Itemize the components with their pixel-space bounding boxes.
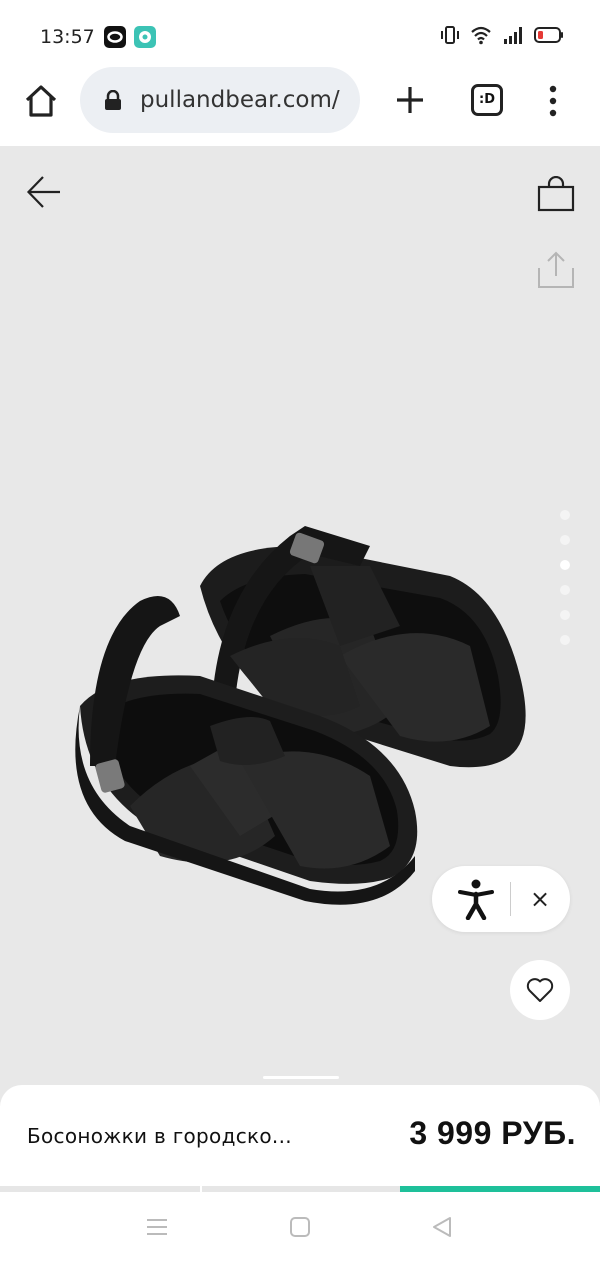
back-button[interactable] [26,174,62,210]
share-button[interactable] [537,250,575,290]
pagination-dot[interactable] [560,610,570,620]
bag-icon [537,175,575,212]
sheet-drag-handle[interactable] [263,1076,339,1079]
tabs-switcher-button[interactable]: :D [471,84,503,116]
new-tab-button[interactable] [392,82,428,118]
lock-icon [105,90,121,110]
browser-toolbar: pullandbear.com/ :D [0,66,600,146]
vibrate-icon [441,26,459,44]
battery-icon [534,27,563,43]
more-vert-icon [549,85,557,117]
status-indicators [440,24,564,46]
wifi-icon [471,26,491,45]
product-image-gallery[interactable]: × [0,146,600,1106]
accessibility-icon [458,879,494,921]
shopping-bag-button[interactable] [537,175,575,212]
status-time: 13:57 [40,26,95,48]
system-navigation-bar [0,1192,600,1265]
product-info-sheet[interactable]: Босоножки в городско... 3 999 РУБ. [0,1085,600,1191]
home-icon [25,85,57,117]
back-arrow-icon [26,176,60,208]
close-icon[interactable]: × [524,883,556,915]
divider [510,882,511,916]
url-text: pullandbear.com/ [140,87,340,113]
more-menu-button[interactable] [542,83,564,119]
address-bar[interactable]: pullandbear.com/ [80,67,360,133]
product-price: 3 999 РУБ. [409,1115,576,1151]
recent-apps-icon [147,1219,167,1235]
recent-apps-button[interactable] [146,1216,168,1243]
plus-icon [397,87,423,113]
share-icon [538,251,574,288]
accessibility-widget: × [432,866,570,932]
home-nav-button[interactable] [289,1216,311,1243]
accessibility-button[interactable] [456,878,496,921]
image-pagination [560,510,570,645]
pagination-dot[interactable] [560,635,570,645]
product-name: Босоножки в городско... [27,1124,292,1148]
pagination-dot-active[interactable] [560,560,570,570]
back-nav-button[interactable] [431,1216,453,1243]
home-square-icon [290,1217,310,1237]
pagination-dot[interactable] [560,585,570,595]
signal-icon [504,27,522,44]
home-button[interactable] [22,82,60,120]
status-bar: 13:57 [0,0,600,70]
wishlist-button[interactable] [510,960,570,1020]
heart-icon [526,978,554,1002]
pagination-dot[interactable] [560,510,570,520]
pagination-dot[interactable] [560,535,570,545]
oval-app-icon [104,26,126,48]
product-image [75,526,526,905]
chat-app-icon [134,26,156,48]
back-triangle-icon [433,1217,451,1237]
